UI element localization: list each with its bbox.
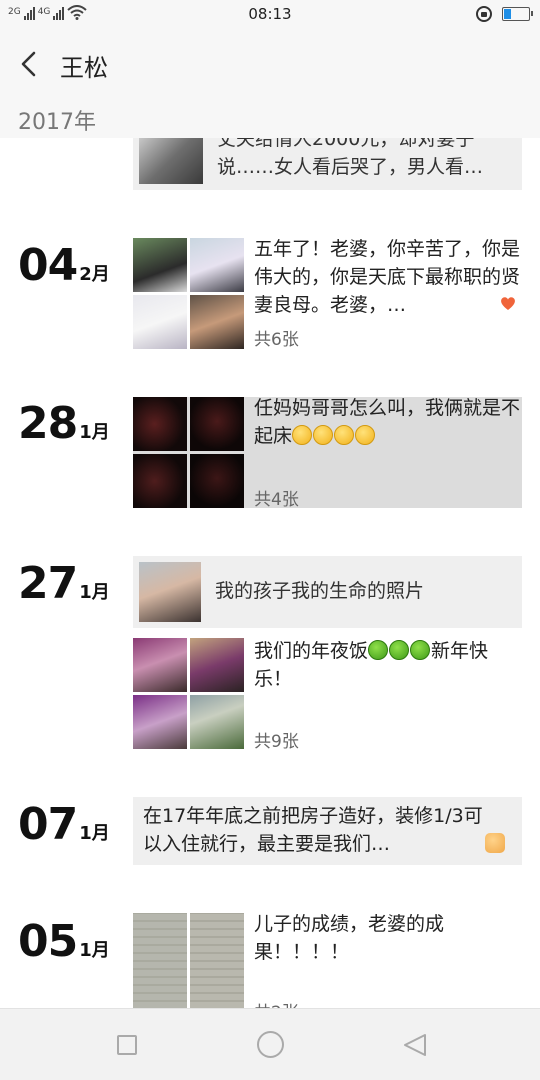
post-text[interactable]: 儿子的成绩，老婆的成果！！！！	[254, 910, 494, 966]
year-label: 2017年	[18, 110, 96, 135]
status-bar: 2G 4G 08:13	[0, 0, 540, 30]
system-navigation-bar	[0, 1008, 540, 1080]
photo-thumbnail[interactable]	[133, 238, 187, 292]
date-day: 07	[18, 799, 78, 850]
post-date: 27 1月	[18, 562, 110, 606]
post-thumbnail	[139, 138, 203, 184]
date-month: 1月	[79, 940, 110, 961]
back-triangle-icon[interactable]	[401, 1031, 429, 1059]
battery-icon	[502, 7, 533, 21]
post-card-text[interactable]: 在17年年底之前把房子造好，装修1/3可以入住就行，最主要是我们…	[133, 797, 522, 865]
photo-grid[interactable]	[133, 238, 244, 349]
post-date: 05 1月	[18, 920, 110, 964]
photo-thumbnail[interactable]	[190, 295, 244, 349]
frog-emoji-icon	[389, 640, 410, 660]
confused-emoji-icon	[313, 425, 334, 445]
photo-thumbnail[interactable]	[190, 454, 244, 508]
photo-count: 共9张	[254, 732, 299, 752]
year-header: 2017年	[0, 98, 540, 138]
photo-thumbnail[interactable]	[190, 695, 244, 749]
fist-emoji-icon	[485, 833, 505, 853]
frog-emoji-icon	[368, 640, 389, 660]
post-card-shared[interactable]: 丈夫给情人2000元，却对妻子说……女人看后哭了，男人看…	[133, 138, 522, 190]
date-month: 1月	[79, 823, 110, 844]
post-date: 04 2月	[18, 244, 110, 288]
photo-thumbnail[interactable]	[133, 695, 187, 749]
photo-thumbnail[interactable]	[133, 295, 187, 349]
page-title: 王松	[60, 54, 108, 82]
photo-thumbnail[interactable]	[133, 397, 187, 451]
photo-thumbnail[interactable]	[190, 638, 244, 692]
clock: 08:13	[248, 5, 292, 23]
shared-link-card[interactable]: 我的孩子我的生命的照片	[133, 556, 522, 628]
sleepy-emoji-icon	[292, 425, 313, 445]
photo-count: 共6张	[254, 330, 299, 350]
home-icon[interactable]	[257, 1031, 284, 1058]
date-day: 05	[18, 916, 78, 967]
heart-emoji-icon	[501, 297, 515, 310]
date-month: 1月	[79, 582, 110, 603]
shared-link-thumbnail	[139, 562, 201, 622]
post-text: 我们的年夜饭 新年快乐！	[254, 637, 520, 693]
photo-count: 共4张	[254, 490, 299, 510]
post-date: 28 1月	[18, 402, 110, 446]
top-nav: 王松	[0, 30, 540, 98]
shared-link-title: 我的孩子我的生命的照片	[215, 580, 425, 602]
date-day: 27	[18, 558, 78, 609]
photo-thumbnail[interactable]	[190, 238, 244, 292]
moments-feed[interactable]: 丈夫给情人2000元，却对妻子说……女人看后哭了，男人看… 04 2月 五年了！…	[0, 138, 540, 1008]
rotation-lock-icon	[476, 6, 492, 22]
post-text: 任妈妈哥哥怎么叫，我俩就是不起床	[254, 394, 520, 450]
photo-thumbnail[interactable]	[133, 638, 187, 692]
battery-level	[504, 9, 512, 19]
sleepy-emoji-icon	[334, 425, 355, 445]
date-day: 28	[18, 398, 78, 449]
post-text-content: 我们的年夜饭	[254, 640, 369, 662]
photo-grid[interactable]	[133, 638, 244, 749]
confused-emoji-icon	[355, 425, 376, 445]
frog-emoji-icon	[410, 640, 431, 660]
photo-thumbnail[interactable]	[133, 913, 187, 1008]
photo-thumbnail[interactable]	[133, 454, 187, 508]
photo-grid[interactable]	[133, 397, 244, 508]
date-month: 2月	[79, 264, 110, 285]
post-text: 在17年年底之前把房子造好，装修1/3可以入住就行，最主要是我们…	[143, 805, 483, 855]
date-month: 1月	[79, 422, 110, 443]
photo-thumbnail[interactable]	[190, 913, 244, 1008]
photo-thumbnail[interactable]	[190, 397, 244, 451]
photo-count: 共2张	[254, 998, 299, 1008]
post-date: 07 1月	[18, 803, 110, 847]
date-day: 04	[18, 240, 78, 291]
recent-apps-icon[interactable]	[117, 1035, 137, 1055]
back-arrow-icon[interactable]	[14, 48, 44, 80]
post-text: 丈夫给情人2000元，却对妻子说……女人看后哭了，男人看…	[217, 138, 484, 178]
post-text[interactable]: 五年了！老婆，你辛苦了，你是伟大的，你是天底下最称职的贤妻良母。老婆，…	[254, 235, 520, 319]
